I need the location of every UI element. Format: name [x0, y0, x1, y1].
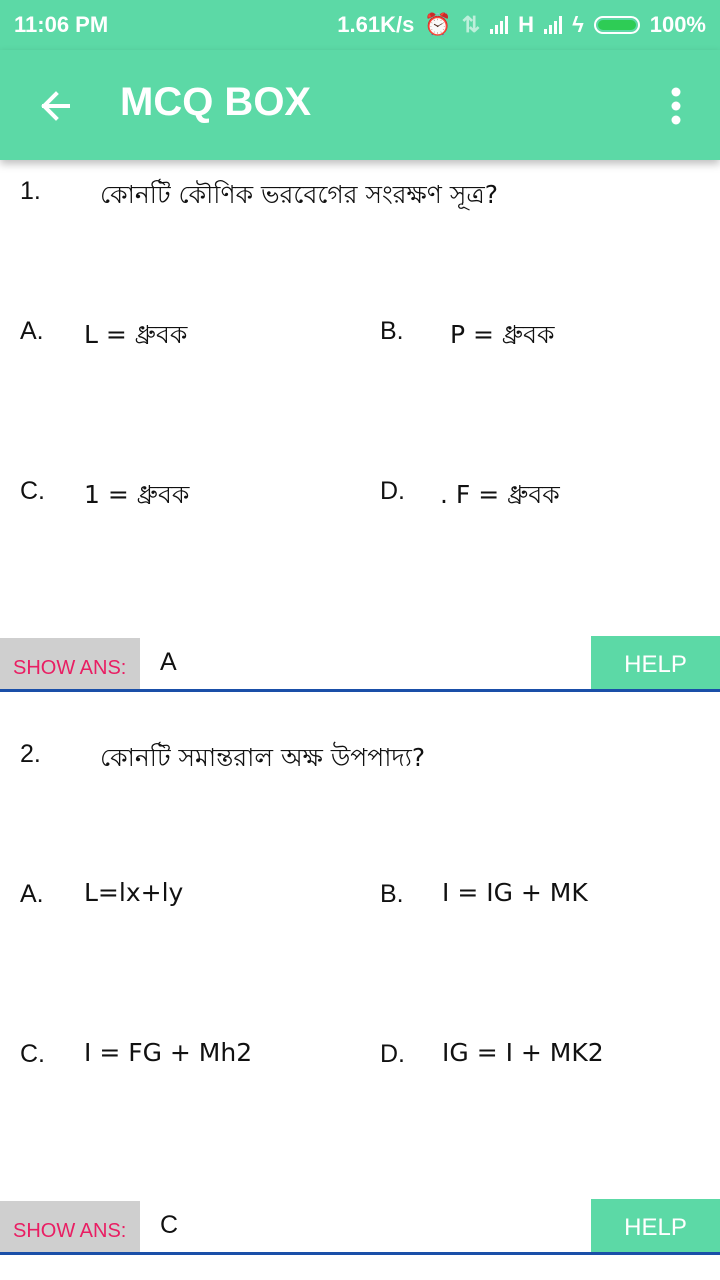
divider — [0, 1252, 720, 1255]
answer-row: SHOW ANS: C HELP — [0, 1199, 720, 1255]
question-card: 2. কোনটি সমান্তরাল অক্ষ উপপাদ্য? A. L=lx… — [0, 723, 720, 1258]
status-bar: 11:06 PM 1.61K/s ⏰ ⇅ H ϟ 100% — [0, 0, 720, 50]
battery-level: 100% — [649, 12, 706, 37]
option-letter-b: B. — [380, 317, 404, 345]
option-d[interactable]: IG = I + MK2 — [442, 1038, 604, 1067]
page-title: MCQ BOX — [120, 80, 312, 124]
network-speed: 1.61K/s — [337, 12, 415, 37]
answer-row: SHOW ANS: A HELP — [0, 636, 720, 692]
option-c[interactable]: I = FG + Mh2 — [84, 1038, 252, 1067]
more-vert-icon[interactable] — [664, 86, 688, 126]
app-bar: MCQ BOX — [0, 50, 720, 160]
status-time: 11:06 PM — [14, 12, 109, 37]
signal-icon — [490, 16, 509, 34]
question-text: কোনটি কৌণিক ভরবেগের সংরক্ষণ সূত্র? — [100, 180, 498, 209]
help-button[interactable]: HELP — [591, 636, 720, 690]
option-letter-c: C. — [20, 1040, 45, 1068]
show-answer-label[interactable]: SHOW ANS: — [0, 638, 140, 690]
option-letter-d: D. — [380, 1040, 405, 1068]
data-transfer-icon: ⇅ — [461, 12, 481, 37]
question-number: 2. — [20, 740, 41, 768]
question-text: কোনটি সমান্তরাল অক্ষ উপপাদ্য? — [100, 743, 426, 772]
battery-icon — [593, 16, 640, 34]
charging-icon: ϟ — [572, 12, 584, 37]
answer-value: A — [160, 648, 177, 676]
option-d[interactable]: . F = ধ্রুবক — [440, 475, 560, 518]
option-c[interactable]: 1 = ধ্রুবক — [84, 475, 189, 518]
divider — [0, 689, 720, 692]
option-letter-d: D. — [380, 477, 405, 505]
status-right-group: 1.61K/s ⏰ ⇅ H ϟ 100% — [337, 12, 706, 38]
option-letter-b: B. — [380, 880, 404, 908]
option-b[interactable]: P = ধ্রুবক — [450, 315, 555, 358]
option-a[interactable]: L=lx+ly — [84, 878, 183, 907]
option-letter-c: C. — [20, 477, 45, 505]
question-card: 1. কোনটি কৌণিক ভরবেগের সংরক্ষণ সূত্র? A.… — [0, 160, 720, 695]
arrow-left-icon[interactable] — [36, 86, 76, 126]
signal-icon-2 — [544, 16, 563, 34]
help-button[interactable]: HELP — [591, 1199, 720, 1253]
network-type: H — [518, 12, 535, 37]
option-letter-a: A. — [20, 880, 44, 908]
show-answer-label[interactable]: SHOW ANS: — [0, 1201, 140, 1253]
option-b[interactable]: I = IG + MK — [442, 878, 588, 907]
option-letter-a: A. — [20, 317, 44, 345]
question-number: 1. — [20, 177, 41, 205]
option-a[interactable]: L = ধ্রুবক — [84, 315, 187, 358]
answer-value: C — [160, 1211, 179, 1239]
alarm-icon: ⏰ — [424, 12, 452, 37]
